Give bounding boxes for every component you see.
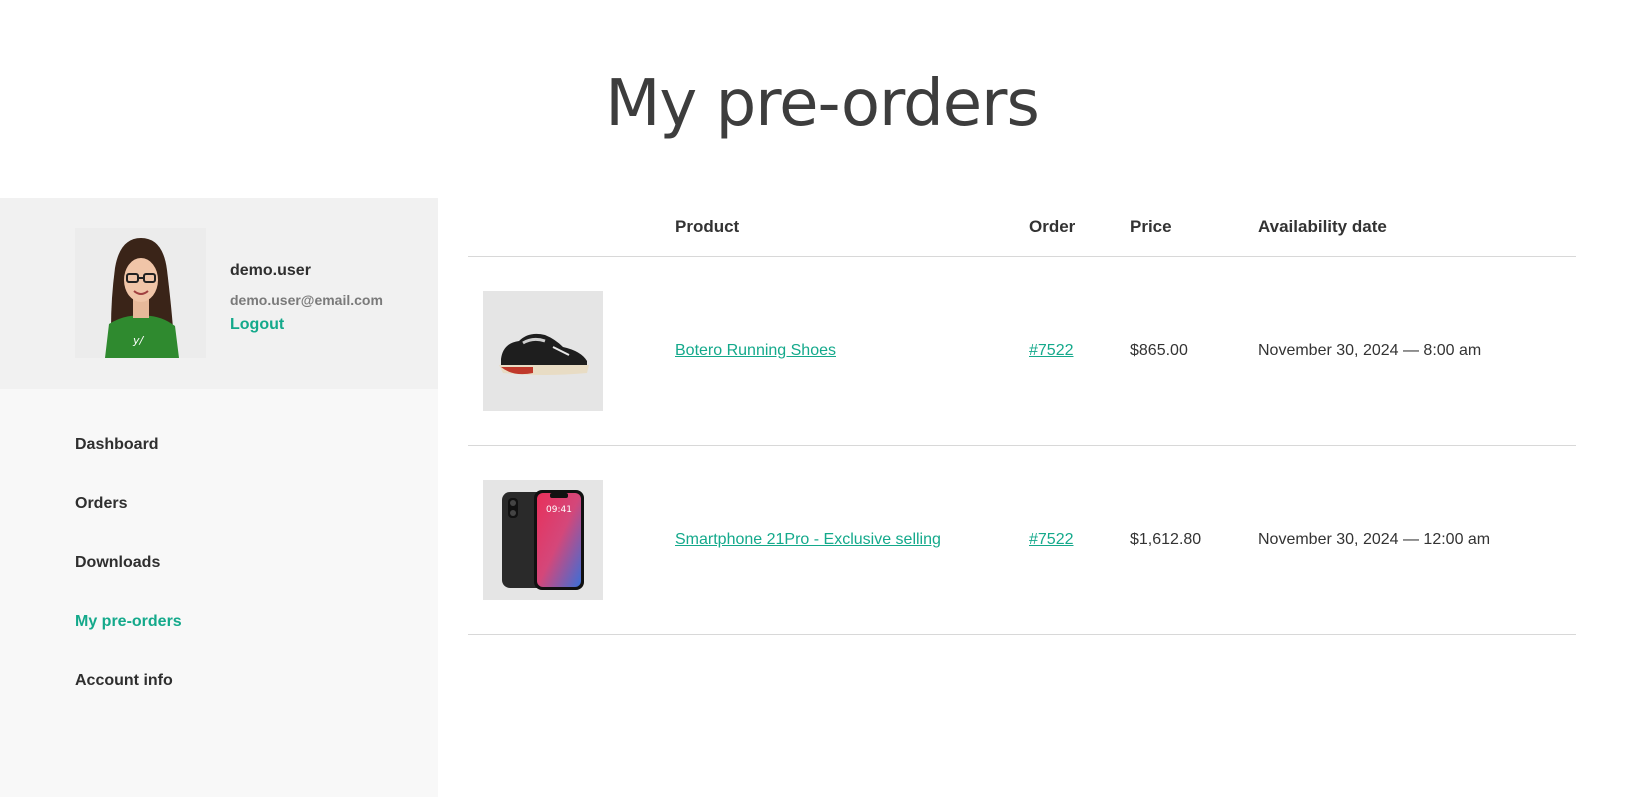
smartphone-icon: 09:41 [502, 489, 584, 590]
row-availability-date: November 30, 2024 — 12:00 am [1258, 445, 1576, 635]
order-link[interactable]: #7522 [1029, 342, 1074, 359]
account-sidebar: y/ demo.user demo.user@email.com Logout … [0, 198, 438, 797]
header-order: Order [1029, 198, 1130, 257]
row-thumbnail-cell [468, 256, 675, 446]
sneaker-icon [499, 333, 589, 375]
page-title: My pre-orders [605, 67, 1040, 141]
svg-text:y/: y/ [132, 334, 145, 347]
profile-email: demo.user@email.com [230, 292, 383, 308]
nav-item-dashboard[interactable]: Dashboard [75, 436, 182, 495]
smartphone-image[interactable]: 09:41 [483, 479, 603, 600]
logout-link[interactable]: Logout [230, 316, 284, 334]
table-header-row: Product Order Price Availability date [468, 198, 1576, 257]
product-link[interactable]: Smartphone 21Pro - Exclusive selling [675, 531, 941, 548]
row-order-cell: #7522 [1029, 445, 1130, 635]
nav-item-orders[interactable]: Orders [75, 495, 182, 554]
phone-clock-text: 09:41 [546, 505, 572, 515]
table-row: Botero Running Shoes #7522 $865.00 Novem… [468, 256, 1576, 446]
user-avatar-image: y/ [75, 228, 206, 358]
header-image [468, 198, 675, 257]
avatar: y/ [75, 228, 206, 358]
nav-item-account-info[interactable]: Account info [75, 672, 182, 731]
row-price: $865.00 [1130, 256, 1258, 446]
profile-card: y/ demo.user demo.user@email.com Logout [0, 198, 438, 389]
nav-item-downloads[interactable]: Downloads [75, 554, 182, 613]
row-order-cell: #7522 [1029, 256, 1130, 446]
sneaker-image[interactable] [483, 290, 603, 411]
header-availability-date: Availability date [1258, 198, 1576, 257]
product-link[interactable]: Botero Running Shoes [675, 342, 836, 359]
order-link[interactable]: #7522 [1029, 531, 1074, 548]
row-price: $1,612.80 [1130, 445, 1258, 635]
header-price: Price [1130, 198, 1258, 257]
header-product: Product [675, 198, 1029, 257]
row-availability-date: November 30, 2024 — 8:00 am [1258, 256, 1576, 446]
row-thumbnail-cell: 09:41 [468, 445, 675, 635]
pre-orders-table-container: Product Order Price Availability date Bo… [468, 198, 1576, 635]
nav-item-my-pre-orders[interactable]: My pre-orders [75, 613, 182, 672]
profile-username: demo.user [230, 262, 311, 279]
account-nav: Dashboard Orders Downloads My pre-orders… [75, 436, 182, 731]
row-product-cell: Smartphone 21Pro - Exclusive selling [675, 445, 1029, 635]
row-product-cell: Botero Running Shoes [675, 256, 1029, 446]
table-row: 09:41 Smartphone 21Pro - Exclusive selli… [468, 445, 1576, 635]
pre-orders-table: Product Order Price Availability date Bo… [468, 198, 1576, 635]
